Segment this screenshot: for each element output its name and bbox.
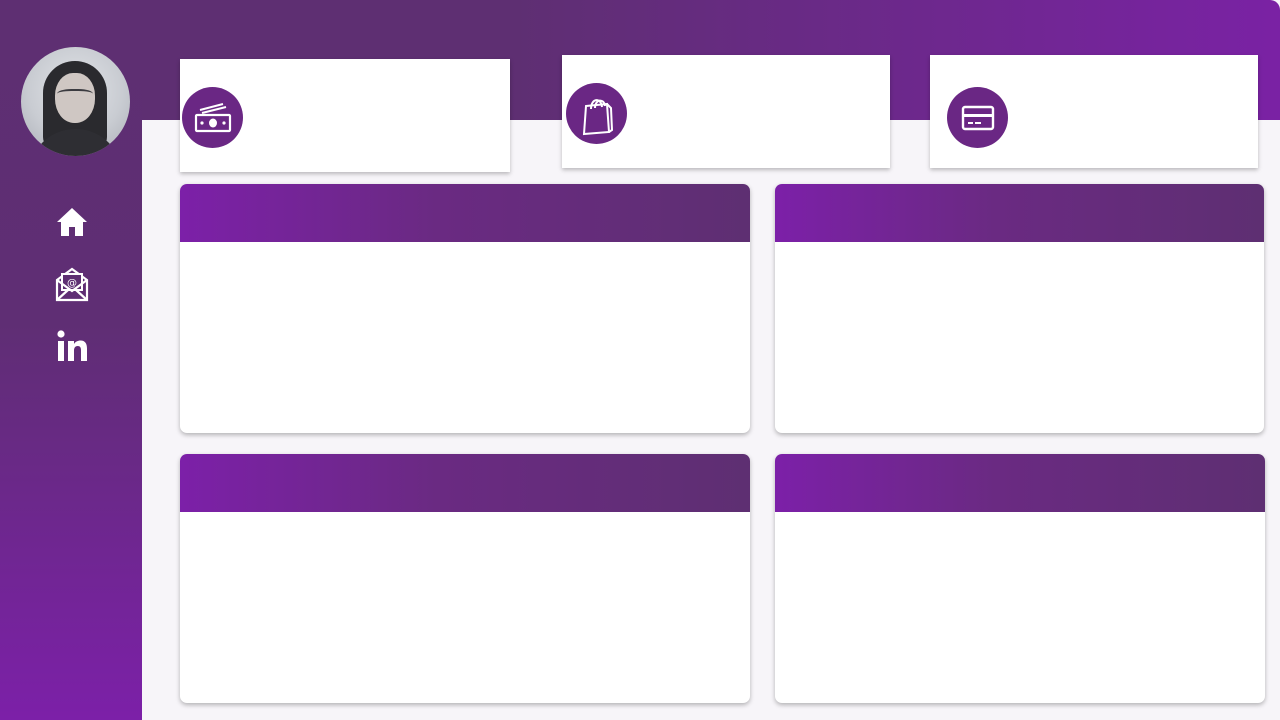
avatar <box>21 47 130 156</box>
chart-panel-4 <box>775 454 1265 703</box>
panel-header <box>775 454 1265 512</box>
sidebar: @ <box>0 0 142 720</box>
cash-icon <box>182 87 243 148</box>
panel-header <box>180 184 750 242</box>
chart-panel-1 <box>180 184 750 433</box>
chart-panel-2 <box>775 184 1264 433</box>
panel-header <box>180 454 750 512</box>
shopping-bag-icon <box>566 83 627 144</box>
linkedin-icon[interactable] <box>54 328 90 364</box>
kpi-card-shopping <box>562 55 890 168</box>
credit-card-icon <box>947 87 1008 148</box>
kpi-card-cash <box>180 59 510 172</box>
mail-icon[interactable]: @ <box>54 266 90 302</box>
svg-text:@: @ <box>67 278 77 289</box>
home-icon[interactable] <box>54 204 90 240</box>
kpi-card-payment <box>930 55 1258 168</box>
panel-header <box>775 184 1264 242</box>
chart-panel-3 <box>180 454 750 703</box>
